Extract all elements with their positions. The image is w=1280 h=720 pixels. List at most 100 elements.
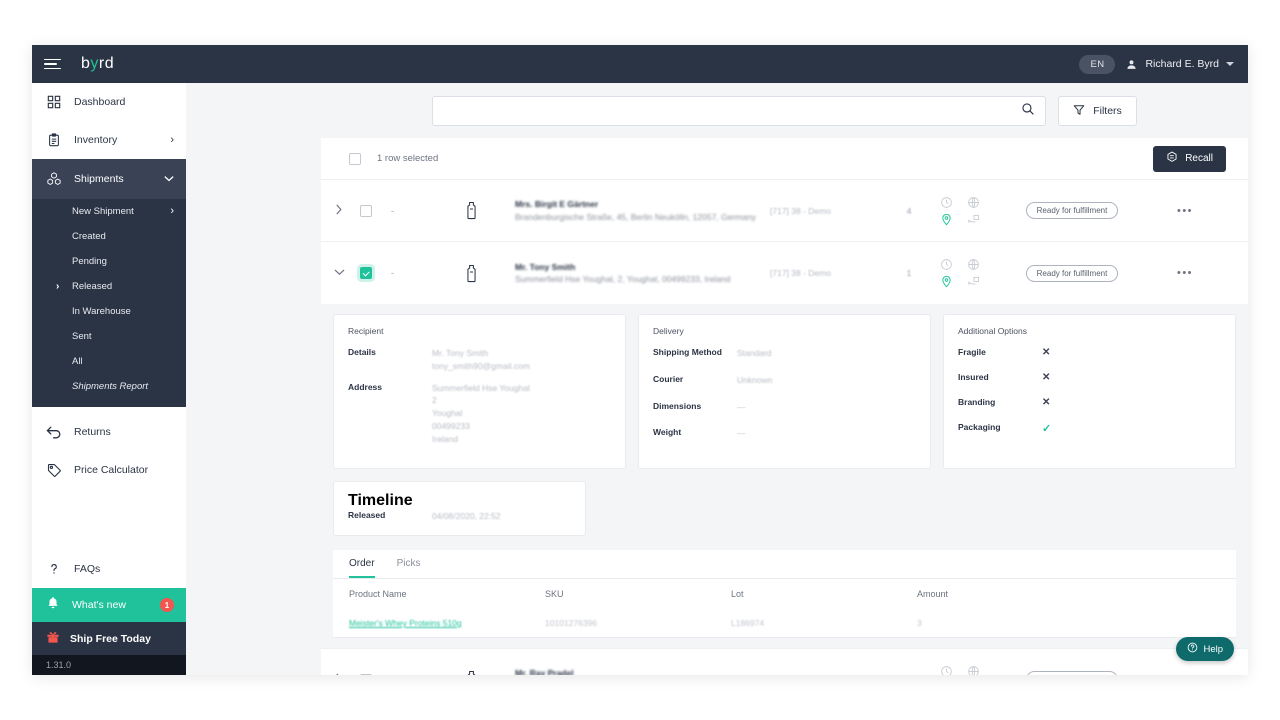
recall-button[interactable]: Recall (1153, 146, 1226, 172)
sidebar-item-pending[interactable]: Pending (32, 249, 186, 274)
brand-logo[interactable]: byrd (81, 55, 114, 73)
user-menu[interactable]: Richard E. Byrd (1125, 58, 1234, 71)
weight-label: Weight (653, 427, 737, 440)
reference-cell: [717] 38 - Demo (770, 206, 878, 216)
recipient-name: Mr. Ray Pradel (515, 667, 770, 675)
sidebar-item-created[interactable]: Created (32, 224, 186, 249)
sidebar-subitem-label: In Warehouse (72, 306, 174, 317)
row-checkbox[interactable] (360, 674, 372, 676)
clock-icon (940, 258, 960, 271)
sidebar-subitem-label: Pending (72, 256, 174, 267)
sidebar-item-returns[interactable]: Returns (32, 413, 186, 451)
question-circle-icon (1187, 642, 1198, 656)
sidebar-item-sent[interactable]: Sent (32, 324, 186, 349)
recipient-cell: Mr. Tony Smith Summerfield Hse Youghal, … (515, 261, 770, 286)
sidebar-item-inventory[interactable]: Inventory › (32, 121, 186, 159)
parcel-icon (427, 201, 515, 220)
row-expand-toggle[interactable] (329, 673, 349, 676)
filters-button[interactable]: Filters (1058, 96, 1137, 126)
sidebar-item-label: FAQs (74, 563, 174, 575)
weight-value: — (737, 427, 746, 440)
search-toolbar: Filters (321, 83, 1248, 138)
undo-arrow-icon (46, 424, 62, 440)
brand-text-accent: y (90, 55, 99, 73)
row-indicator-icons (940, 196, 1006, 226)
sidebar-subitem-label: New Shipment (72, 206, 170, 217)
table-row[interactable]: - Mr. Tony Smith Summerfield Hse Youghal… (321, 242, 1248, 304)
help-button[interactable]: Help (1176, 637, 1234, 661)
branding-value: ✕ (1042, 397, 1050, 408)
shipments-section: Shipments New Shipment › Created Pending… (32, 159, 186, 407)
sidebar-item-ship-free-today[interactable]: Ship Free Today (32, 622, 186, 655)
sidebar-item-label: Returns (74, 426, 174, 438)
chevron-right-icon: › (56, 281, 59, 292)
sidebar: Dashboard Inventory › (32, 83, 186, 675)
sidebar-item-all[interactable]: All (32, 349, 186, 374)
row-actions-menu[interactable]: ••• (1138, 205, 1232, 217)
location-pin-icon (940, 213, 960, 226)
status-badge: 1 (160, 598, 174, 612)
search-field[interactable] (432, 96, 1046, 126)
recipient-name: Mrs. Birgit E Gärtner (515, 198, 770, 210)
main-area: Filters 1 row selected (186, 83, 1248, 675)
order-section: Order Picks Product Name SKU Lot Amount (333, 550, 1236, 638)
row-collapse-toggle[interactable] (329, 267, 349, 279)
table-row[interactable]: - Mr. Ray Pradel rue Cassale, 40, Dreux,… (321, 649, 1248, 675)
sidebar-item-whats-new[interactable]: What's new 1 (32, 588, 186, 622)
order-items-table: Product Name SKU Lot Amount Meister's Wh… (333, 579, 1236, 637)
sidebar-item-faqs[interactable]: FAQs (32, 550, 186, 588)
sidebar-item-label: Price Calculator (74, 464, 174, 476)
row-expand-toggle[interactable] (329, 204, 349, 218)
language-selector[interactable]: EN (1079, 55, 1115, 74)
sidebar-item-shipments[interactable]: Shipments (32, 159, 186, 199)
shipments-table: 1 row selected Recall (321, 138, 1248, 675)
recipient-address: Summerfield Hse Youghal, 2, Youghal, 004… (515, 273, 770, 285)
amount-value: 3 (917, 618, 1220, 628)
tab-order[interactable]: Order (349, 550, 375, 578)
user-avatar-icon (1125, 58, 1138, 71)
row-checkbox[interactable] (360, 205, 372, 217)
sidebar-item-label: Inventory (74, 134, 158, 146)
handover-icon (967, 213, 987, 226)
sidebar-subitem-label: Created (72, 231, 174, 242)
content-panel: Filters 1 row selected (321, 83, 1248, 675)
select-all-checkbox[interactable] (349, 153, 361, 165)
sidebar-subitem-label: Released (72, 281, 174, 292)
top-bar-right: EN Richard E. Byrd (1079, 55, 1234, 74)
tab-picks[interactable]: Picks (397, 550, 421, 578)
additional-options-card: Additional Options Fragile✕ Insured✕ Bra… (943, 314, 1236, 469)
sidebar-item-label: What's new (72, 599, 148, 611)
branding-label: Branding (958, 397, 1042, 408)
sidebar-item-new-shipment[interactable]: New Shipment › (32, 199, 186, 224)
recall-icon (1166, 151, 1178, 166)
row-dash: - (383, 206, 427, 216)
filters-button-label: Filters (1093, 105, 1122, 117)
sidebar-item-label: Ship Free Today (70, 633, 151, 645)
menu-icon[interactable] (44, 59, 61, 70)
address-label: Address (348, 382, 432, 446)
recipient-card: Recipient Details Mr. Tony Smith tony_sm… (333, 314, 626, 469)
sidebar-item-shipments-report[interactable]: Shipments Report (32, 374, 186, 399)
row-checkbox[interactable] (360, 267, 372, 279)
row-actions-menu[interactable]: ••• (1138, 674, 1232, 676)
order-tabs: Order Picks (333, 550, 1236, 579)
row-dash: - (383, 268, 427, 278)
chevron-right-icon: › (170, 135, 174, 146)
search-icon[interactable] (1021, 102, 1035, 121)
table-row[interactable]: - Mrs. Birgit E Gärtner Brandenburgische… (321, 180, 1248, 242)
product-name-link[interactable]: Meister's Whey Proteins 510g (349, 618, 462, 628)
courier-value: Unknown (737, 374, 772, 387)
row-dash: - (383, 675, 427, 676)
sidebar-item-released[interactable]: › Released (32, 274, 186, 299)
search-input[interactable] (443, 105, 1021, 117)
sidebar-item-label: Dashboard (74, 96, 174, 108)
sidebar-item-price-calculator[interactable]: Price Calculator (32, 451, 186, 489)
fragile-label: Fragile (958, 347, 1042, 358)
row-indicator-icons (940, 665, 1006, 676)
row-actions-menu[interactable]: ••• (1138, 267, 1232, 279)
globe-icon (967, 258, 987, 271)
bell-icon (46, 596, 60, 614)
sidebar-item-dashboard[interactable]: Dashboard (32, 83, 186, 121)
sidebar-item-in-warehouse[interactable]: In Warehouse (32, 299, 186, 324)
quantity-cell: 1 (878, 675, 940, 676)
